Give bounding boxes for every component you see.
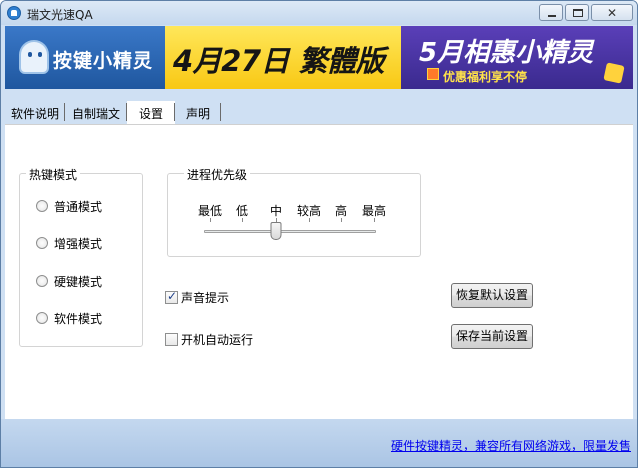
radio-button[interactable] — [36, 200, 48, 212]
settings-panel: 热键模式 普通模式 增强模式 硬键模式 软件模式 进程优先级 最低 低 中 较高… — [5, 125, 633, 419]
radio-enhanced-mode[interactable]: 增强模式 — [36, 235, 102, 251]
ad-banner[interactable]: 按键小精灵 4月27日 繁體版 5月相惠小精灵 优惠福利享不停 — [5, 26, 633, 89]
ghost-mascot-icon — [19, 40, 49, 74]
minimize-button[interactable] — [539, 4, 563, 21]
autostart-option[interactable]: 开机自动运行 — [165, 331, 253, 347]
tab-label: 自制瑞文 — [71, 107, 120, 121]
gift-icon — [427, 68, 439, 80]
radio-label: 硬键模式 — [54, 274, 103, 289]
maximize-button[interactable] — [565, 4, 589, 21]
radio-button[interactable] — [36, 275, 48, 287]
priority-slider-track[interactable] — [204, 230, 376, 233]
autostart-checkbox[interactable] — [165, 332, 178, 346]
close-button[interactable]: ✕ — [591, 4, 633, 21]
radio-button[interactable] — [36, 237, 48, 249]
title-bar: 瑞文光速QA ✕ — [1, 1, 637, 25]
restore-default-button[interactable]: 恢复默认设置 — [451, 283, 533, 308]
tab-custom-riven[interactable]: 自制瑞文 — [65, 101, 127, 125]
radio-label: 增强模式 — [54, 236, 103, 251]
minimize-icon — [548, 15, 556, 17]
tab-label: 设置 — [138, 107, 163, 121]
priority-tick-labels: 最低 低 中 较高 高 最高 — [196, 202, 396, 218]
hotkey-mode-title: 热键模式 — [26, 166, 81, 183]
priority-label-lowest: 最低 — [197, 204, 223, 218]
radio-label: 普通模式 — [54, 199, 103, 214]
footer-bar: 硬件按键精灵，兼容所有网络游戏，限量发售 — [1, 419, 637, 467]
process-priority-title: 进程优先级 — [184, 166, 251, 183]
banner-promo-may-title: 5月相惠小精灵 — [419, 38, 594, 68]
tab-bar: 软件说明 自制瑞文 设置 声明 — [5, 101, 633, 125]
autostart-label: 开机自动运行 — [181, 332, 254, 347]
tab-label: 软件说明 — [10, 107, 59, 121]
tab-label: 声明 — [185, 107, 210, 121]
tab-settings[interactable]: 设置 — [127, 101, 175, 125]
save-current-button[interactable]: 保存当前设置 — [451, 324, 533, 349]
banner-promo-may-subtitle: 优惠福利享不停 — [443, 70, 528, 84]
app-window: 瑞文光速QA ✕ 按键小精灵 4月27日 繁體版 5月相惠小精灵 优惠福利享不停… — [0, 0, 638, 468]
priority-label-highest: 最高 — [361, 204, 387, 218]
banner-logo[interactable]: 按键小精灵 — [5, 26, 165, 89]
radio-button[interactable] — [36, 312, 48, 324]
priority-slider-thumb[interactable] — [270, 222, 282, 240]
hardware-promo-link[interactable]: 硬件按键精灵，兼容所有网络游戏，限量发售 — [391, 437, 631, 454]
priority-label-low: 低 — [235, 204, 249, 218]
app-icon — [7, 6, 21, 20]
radio-label: 软件模式 — [54, 311, 103, 326]
sound-prompt-label: 声音提示 — [181, 290, 230, 305]
priority-label-high: 高 — [334, 204, 348, 218]
close-icon: ✕ — [606, 6, 618, 20]
radio-hardkey-mode[interactable]: 硬键模式 — [36, 273, 102, 289]
priority-ticks — [196, 218, 396, 224]
gift-box-icon — [603, 62, 625, 84]
radio-normal-mode[interactable]: 普通模式 — [36, 198, 102, 214]
banner-logo-text: 按键小精灵 — [53, 50, 154, 72]
caption-buttons: ✕ — [539, 4, 633, 21]
tab-statement[interactable]: 声明 — [175, 101, 221, 125]
radio-software-mode[interactable]: 软件模式 — [36, 310, 102, 326]
tab-software-info[interactable]: 软件说明 — [5, 101, 65, 125]
window-title: 瑞文光速QA — [27, 8, 93, 22]
sound-prompt-option[interactable]: 声音提示 — [165, 289, 229, 305]
sound-prompt-checkbox[interactable] — [165, 289, 178, 304]
hotkey-mode-group: 热键模式 普通模式 增强模式 硬键模式 软件模式 — [19, 166, 143, 347]
process-priority-group: 进程优先级 最低 低 中 较高 高 最高 — [167, 166, 421, 257]
priority-label-normal: 中 — [269, 204, 283, 218]
banner-promo-date[interactable]: 4月27日 繁體版 — [165, 26, 401, 89]
banner-promo-may[interactable]: 5月相惠小精灵 优惠福利享不停 — [401, 26, 633, 89]
banner-promo-date-text: 4月27日 繁體版 — [173, 44, 385, 78]
maximize-icon — [573, 9, 583, 17]
priority-label-above-normal: 较高 — [296, 204, 322, 218]
